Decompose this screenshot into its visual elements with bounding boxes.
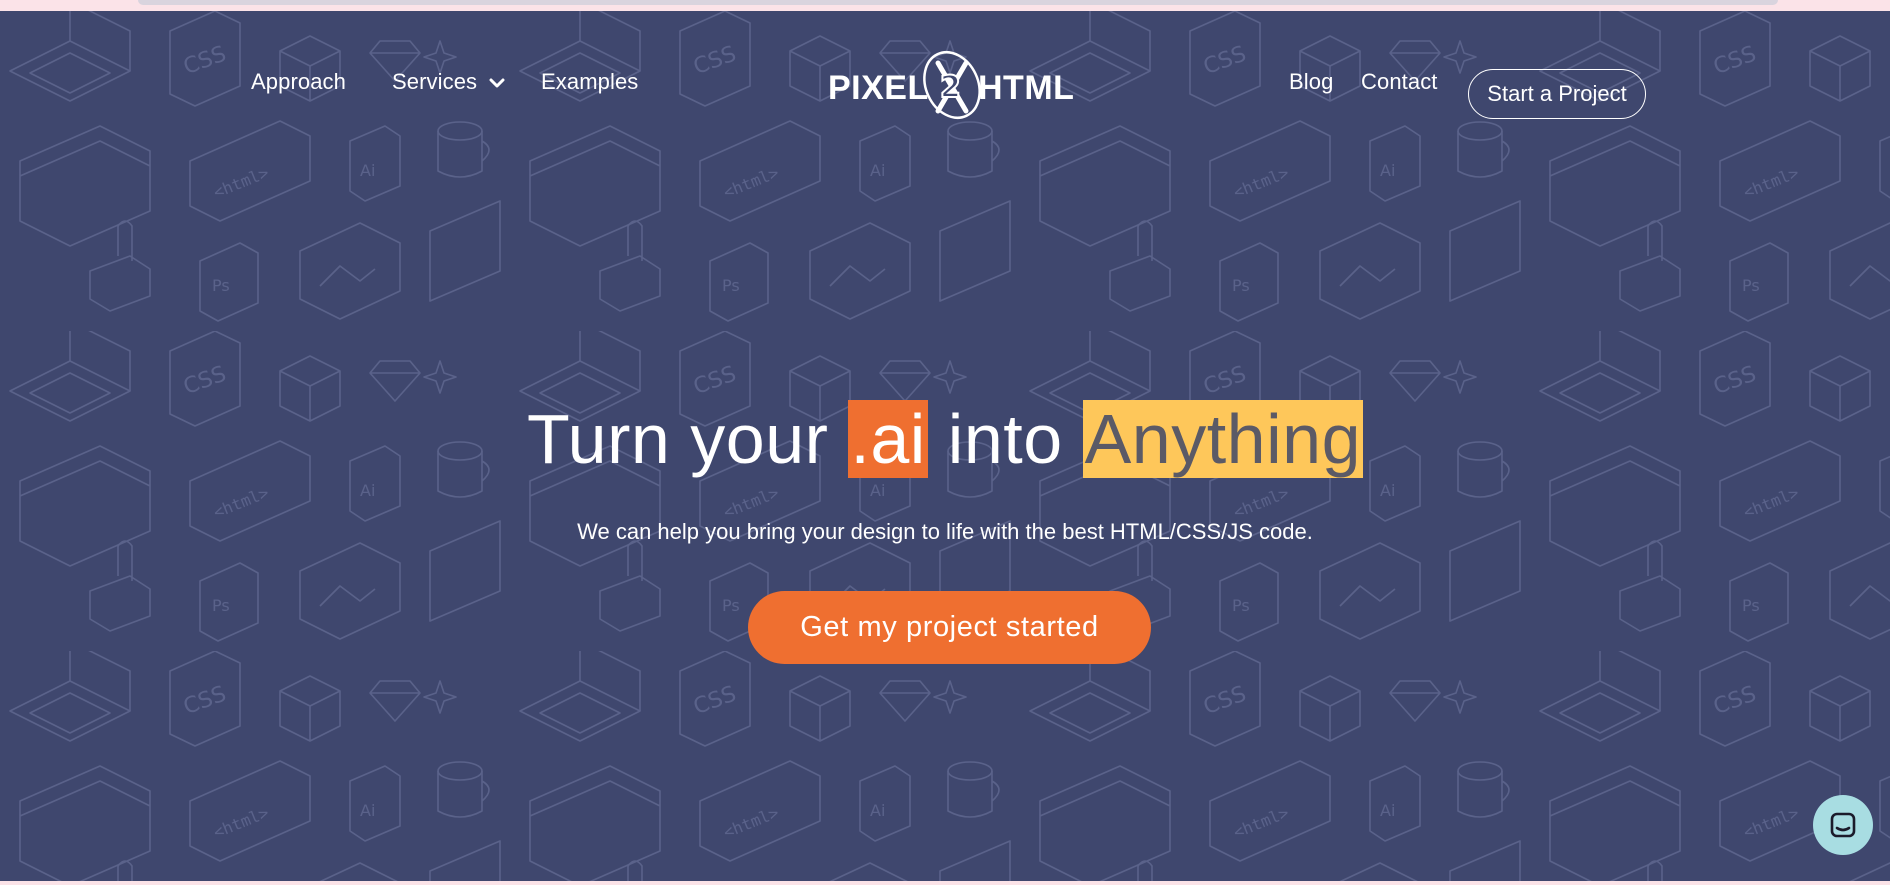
get-project-started-button[interactable]: Get my project started: [748, 591, 1151, 664]
headline-highlight-anything: Anything: [1082, 400, 1364, 478]
hero-subheadline: We can help you bring your design to lif…: [577, 519, 1313, 544]
headline-prefix: Turn your: [526, 400, 849, 478]
nav-services[interactable]: Services: [392, 69, 505, 95]
top-strip-bar: [138, 0, 1778, 5]
start-project-button[interactable]: Start a Project: [1468, 69, 1646, 119]
headline-middle: into: [927, 400, 1083, 478]
hero-headline: Turn your .ai into Anything: [0, 396, 1890, 482]
nav-examples[interactable]: Examples: [541, 69, 638, 95]
chevron-down-icon: [489, 78, 505, 88]
headline-highlight-ai: .ai: [848, 400, 928, 478]
logo-text-right: HTML: [978, 69, 1075, 107]
hero-section: CSS <html> Ai: [0, 11, 1890, 881]
chat-launcher-button[interactable]: [1813, 795, 1873, 855]
bottom-strip: [0, 881, 1890, 885]
pixel2html-logo[interactable]: PIXEL 2 HTML: [828, 41, 1075, 131]
pencil-brush-2-emblem-icon: 2: [923, 51, 981, 119]
nav-approach[interactable]: Approach: [251, 69, 346, 95]
top-strip: [0, 0, 1890, 11]
logo-text-left: PIXEL: [828, 69, 929, 107]
nav-services-label: Services: [392, 69, 478, 94]
svg-text:2: 2: [940, 70, 961, 105]
chat-icon: [1830, 812, 1856, 838]
nav-blog[interactable]: Blog: [1289, 69, 1333, 95]
nav-contact[interactable]: Contact: [1361, 69, 1438, 95]
